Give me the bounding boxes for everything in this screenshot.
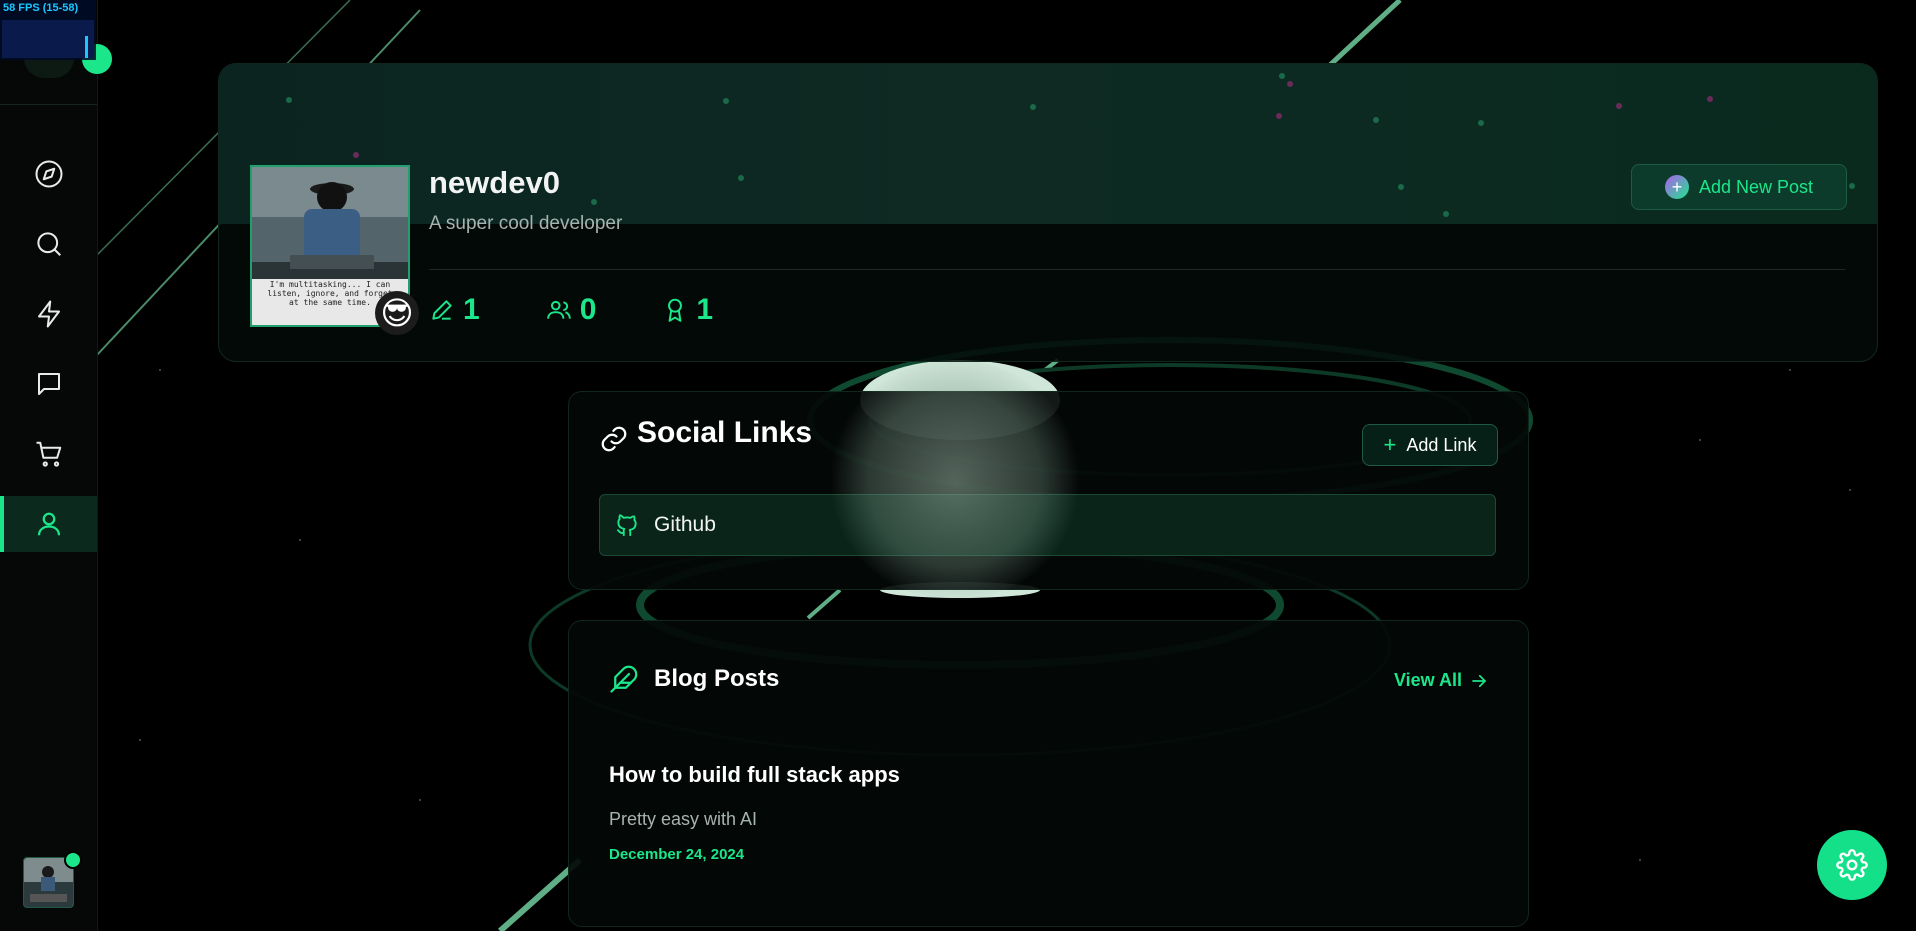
view-all-link[interactable]: View All xyxy=(1394,670,1488,691)
sidebar-item-cart[interactable] xyxy=(0,426,97,482)
profile-bio: A super cool developer xyxy=(429,213,623,234)
lightning-icon xyxy=(37,300,60,328)
sidebar-item-profile[interactable] xyxy=(0,496,97,552)
fps-graph xyxy=(2,20,94,58)
add-link-button[interactable]: + Add Link xyxy=(1362,424,1498,466)
user-icon xyxy=(37,512,60,536)
profile-card: I'm multitasking... I can listen, ignore… xyxy=(218,63,1878,362)
profile-divider xyxy=(429,269,1845,270)
view-all-label: View All xyxy=(1393,670,1462,690)
compass-icon xyxy=(35,160,62,188)
profile-stats: 1 0 1 xyxy=(429,293,779,327)
add-post-label: Add New Post xyxy=(1698,176,1814,197)
plus-icon: + xyxy=(1383,432,1397,457)
feather-icon xyxy=(610,665,638,693)
posts-count: 1 xyxy=(463,293,480,326)
sidebar-item-search[interactable] xyxy=(0,216,97,272)
stat-achievements[interactable]: 1 xyxy=(662,293,713,327)
search-icon xyxy=(36,232,61,256)
settings-button[interactable] xyxy=(1817,830,1887,900)
add-link-label: Add Link xyxy=(1406,434,1477,455)
users-icon xyxy=(546,300,571,319)
post-excerpt: Pretty easy with AI xyxy=(609,809,758,829)
cart-icon xyxy=(36,441,61,467)
github-icon xyxy=(616,514,637,536)
sidebar-item-messages[interactable] xyxy=(0,356,97,412)
social-links-card: Social Links + Add Link Github xyxy=(568,391,1529,590)
link-icon xyxy=(601,426,627,452)
fps-counter: 58 FPS (15-58) xyxy=(0,0,96,60)
gear-icon xyxy=(1836,849,1868,881)
followers-count: 0 xyxy=(579,293,597,326)
stat-followers[interactable]: 0 xyxy=(546,293,597,327)
sidebar xyxy=(0,0,98,931)
fps-label: 58 FPS (15-58) xyxy=(3,2,79,14)
emoji-badge: 😎 xyxy=(375,291,419,335)
chat-icon xyxy=(37,373,60,395)
plus-icon: + xyxy=(1664,175,1689,199)
achievements-count: 1 xyxy=(696,293,714,326)
social-link-github[interactable]: Github xyxy=(599,494,1496,556)
online-status-indicator xyxy=(64,851,82,869)
sidebar-item-activity[interactable] xyxy=(0,286,97,342)
social-link-label: Github xyxy=(654,513,716,536)
sidebar-item-explore[interactable] xyxy=(0,146,97,202)
award-icon xyxy=(668,298,683,322)
add-new-post-button[interactable]: + Add New Post xyxy=(1631,164,1847,210)
blog-posts-card: Blog Posts View All How to build full st… xyxy=(568,620,1529,927)
blog-posts-title: Blog Posts xyxy=(654,665,780,692)
post-title[interactable]: How to build full stack apps xyxy=(609,762,900,788)
post-date: December 24, 2024 xyxy=(609,846,745,863)
pencil-icon xyxy=(432,300,452,320)
avatar-caption: I'm multitasking... I can listen, ignore… xyxy=(267,280,393,307)
profile-username: newdev0 xyxy=(429,165,560,200)
arrow-right-icon xyxy=(1472,674,1487,687)
social-links-title: Social Links xyxy=(637,416,813,449)
stat-posts[interactable]: 1 xyxy=(429,293,480,327)
